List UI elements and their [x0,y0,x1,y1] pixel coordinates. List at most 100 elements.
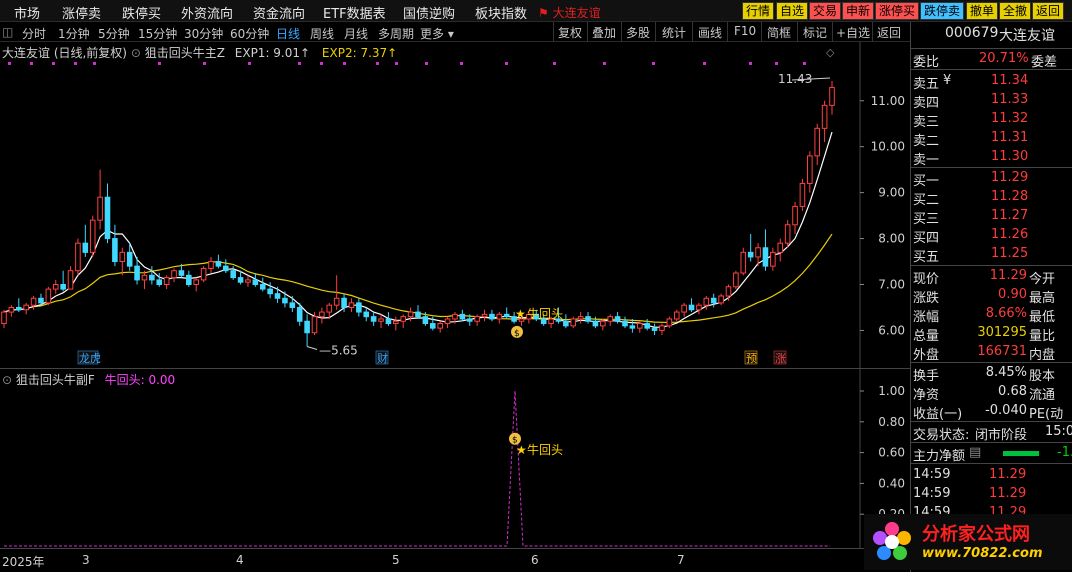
candle-body [378,318,384,322]
period-5min[interactable]: 5分钟 [98,25,130,42]
candle-body [444,318,451,325]
top-button-4[interactable]: 涨停买 [875,2,920,20]
signal-dot [158,62,161,65]
top-button-8[interactable]: 返回 [1032,2,1065,20]
tool-mark[interactable]: 标记 [803,24,827,41]
period-1min[interactable]: 1分钟 [58,25,90,42]
candle-body [230,270,236,279]
candle-body [622,320,628,327]
ask-row[interactable]: 卖一 11.30 [911,148,1072,168]
signal-dot [652,62,655,65]
signal-dot [803,62,806,65]
tool-multi-stock[interactable]: 多股 [626,24,650,41]
menu-etf-table[interactable]: ETF数据表 [323,3,386,22]
date-month-6: 6 [531,553,539,567]
menu-capital-flow[interactable]: 资金流向 [253,3,305,22]
candle-body [710,297,717,304]
period-60min[interactable]: 60分钟 [230,25,269,42]
candle-body [186,274,192,285]
signal-dot [298,62,301,65]
candle-body [1,311,7,325]
period-daily[interactable]: 日线 [276,25,300,42]
period-15min[interactable]: 15分钟 [138,25,177,42]
menu-foreign-flow[interactable]: 外资流向 [181,3,233,22]
ask-row[interactable]: 卖二 11.31 [911,129,1072,149]
ask-row[interactable]: 卖五 ¥11.34 [911,72,1072,92]
tool-f10[interactable]: F10 [734,24,756,38]
candle-body [607,316,614,322]
bid-row[interactable]: 买五 11.25 [911,245,1072,265]
event-badge[interactable]: 龙虎 [77,350,101,365]
ask-price: 11.30 [991,149,1029,164]
menu-limit-up-sell[interactable]: 涨停卖 [62,3,101,22]
top-button-5[interactable]: 跌停卖 [920,2,965,20]
stat-label-2: 内盘 [1029,348,1056,363]
bid-row[interactable]: 买四 11.26 [911,226,1072,246]
sub-indicator-toggle-icon[interactable]: ⊙ [2,373,16,387]
event-badge[interactable]: 涨 [773,350,787,365]
high-label: 11.43 [778,72,812,86]
menu-sector-index[interactable]: 板块指数 [475,3,527,22]
candle-body [784,224,791,244]
candle-body [429,323,436,329]
tool-draw-line[interactable]: 画线 [698,24,722,41]
signal-dot [775,62,778,65]
period-intraday[interactable]: 分时 [22,25,46,42]
top-button-6[interactable]: 撤单 [966,2,999,20]
bid-row[interactable]: 买三 11.27 [911,207,1072,227]
period-multi[interactable]: 多周期 [378,25,414,42]
candle-body [673,311,680,320]
main-kline-chart[interactable]: 11.00 10.00 9.00 8.00 7.00 6.00 11.43 —5.65 ★ 牛回头… [0,42,910,368]
y-tick-label: 7.00 [878,278,905,292]
event-badge[interactable]: 预 [744,350,758,365]
top-button-2[interactable]: 交易 [809,2,842,20]
event-badge[interactable]: 财 [375,350,389,365]
sub-y-tick-label: 0.80 [878,415,905,429]
period-more[interactable]: 更多 ▾ [420,25,454,42]
bid-label: 买三 [913,212,940,227]
tool-back[interactable]: 返回 [877,24,901,41]
bid-row[interactable]: 买一 11.29 [911,169,1072,189]
candle-body [134,265,140,281]
bid-row[interactable]: 买二 11.28 [911,188,1072,208]
stat-label-2: PE(动 [1029,407,1064,422]
candle-body [38,297,44,304]
collapse-icon[interactable]: ◫ [2,25,13,39]
candle-body [259,284,266,290]
ask-row[interactable]: 卖三 11.32 [911,110,1072,130]
candle-body [385,318,392,325]
top-button-0[interactable]: 行情 [742,2,775,20]
watermark-url: www.70822.com [922,546,1043,561]
menu-repo[interactable]: 国债逆购 [403,3,455,22]
top-button-3[interactable]: 申新 [842,2,875,20]
tool-stats[interactable]: 统计 [662,24,686,41]
stat-value: 301295 [977,325,1027,340]
ask-label: 卖三 [913,115,940,130]
candle-body [8,306,15,313]
ask-row[interactable]: 卖四 11.33 [911,91,1072,111]
stat-value: 8.45% [985,365,1027,380]
sub-indicator-chart[interactable]: 1.000.800.600.400.20$★牛回头 ⊙ 狙击回头牛副F 牛回头:… [0,368,910,549]
signal-dot [749,62,752,65]
top-button-1[interactable]: 自选 [776,2,809,20]
top-button-7[interactable]: 全撤 [999,2,1032,20]
tool-simple-frame[interactable]: 简框 [767,24,791,41]
period-monthly[interactable]: 月线 [344,25,368,42]
stat-value: 11.29 [989,268,1027,283]
tool-adjust[interactable]: 复权 [558,24,582,41]
period-weekly[interactable]: 周线 [310,25,334,42]
tick-price: 11.29 [989,486,1027,501]
menu-limit-down-buy[interactable]: 跌停买 [122,3,161,22]
stat-value: -0.040 [985,403,1027,418]
exp2-label: EXP2: 7.37↑ [321,46,398,60]
candle-body [400,316,407,322]
trade-status-value: 闭市阶段 [975,428,1028,443]
tool-add-watchlist[interactable]: +自选 [836,24,870,41]
tick-time: 14:59 [913,467,951,482]
menu-market[interactable]: 市场 [14,3,40,22]
date-month-3: 3 [82,553,90,567]
tool-overlay[interactable]: 叠加 [592,24,616,41]
indicator-toggle-icon[interactable]: ⊙ [131,46,145,60]
candle-body [215,261,222,267]
period-30min[interactable]: 30分钟 [184,25,223,42]
